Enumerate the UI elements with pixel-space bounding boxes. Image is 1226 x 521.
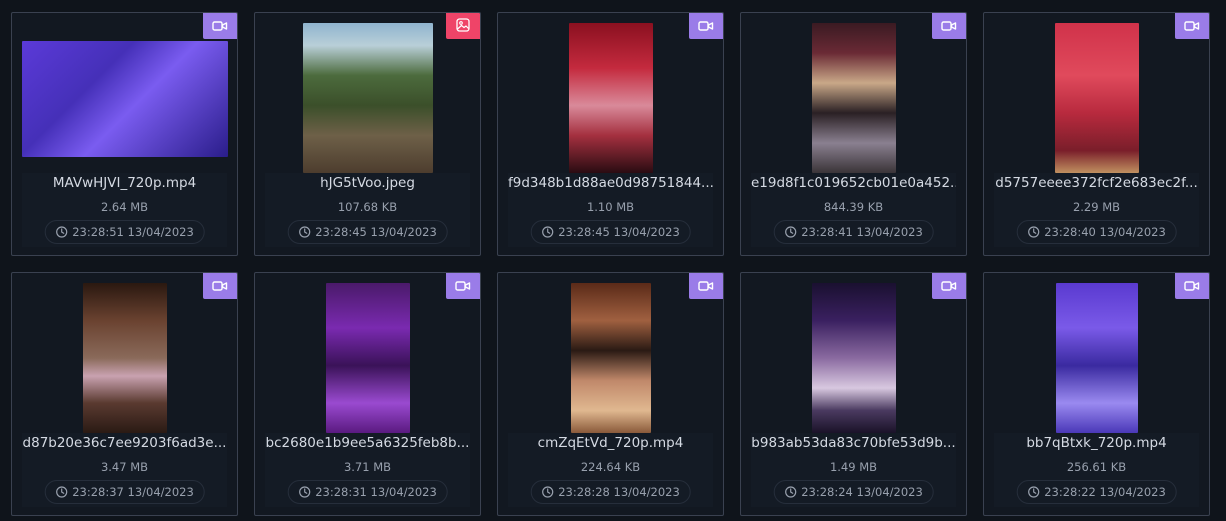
timestamp-text: 23:28:31 13/04/2023 [315, 485, 437, 499]
file-name: e19d8f1c019652cb01e0a452... [751, 175, 956, 191]
media-card[interactable]: d87b20e36c7ee9203f6ad3e... 3.47 MB 23:28… [11, 272, 238, 516]
file-name: cmZqEtVd_720p.mp4 [537, 435, 684, 451]
media-thumbnail[interactable] [811, 283, 896, 433]
file-name: bc2680e1b9ee5a6325feb8b... [265, 435, 470, 451]
timestamp-text: 23:28:37 13/04/2023 [72, 485, 194, 499]
media-card[interactable]: bb7qBtxk_720p.mp4 256.61 KB 23:28:22 13/… [983, 272, 1210, 516]
media-card[interactable]: b983ab53da83c70bfe53d9b... 1.49 MB 23:28… [740, 272, 967, 516]
clock-icon [55, 486, 67, 498]
media-thumbnail[interactable] [325, 283, 410, 433]
timestamp-text: 23:28:40 13/04/2023 [1044, 225, 1166, 239]
media-card[interactable]: bc2680e1b9ee5a6325feb8b... 3.71 MB 23:28… [254, 272, 481, 516]
media-card[interactable]: cmZqEtVd_720p.mp4 224.64 KB 23:28:28 13/… [497, 272, 724, 516]
clock-icon [784, 486, 796, 498]
file-name: d5757eeee372fcf2e683ec2f... [995, 175, 1198, 191]
media-grid: MAVwHJVI_720p.mp4 2.64 MB 23:28:51 13/04… [11, 12, 1210, 516]
file-size: 3.71 MB [343, 460, 392, 474]
timestamp: 23:28:45 13/04/2023 [287, 220, 448, 244]
file-size: 1.10 MB [586, 200, 635, 214]
clock-icon [298, 226, 310, 238]
media-thumbnail[interactable] [568, 23, 653, 173]
file-name: MAVwHJVI_720p.mp4 [52, 175, 197, 191]
media-card[interactable]: f9d348b1d88ae0d98751844... 1.10 MB 23:28… [497, 12, 724, 256]
media-thumbnail[interactable] [82, 283, 167, 433]
file-size: 844.39 KB [823, 200, 884, 214]
file-name: bb7qBtxk_720p.mp4 [1026, 435, 1167, 451]
clock-icon [298, 486, 310, 498]
timestamp: 23:28:45 13/04/2023 [530, 220, 691, 244]
timestamp: 23:28:28 13/04/2023 [530, 480, 691, 504]
media-thumbnail[interactable] [302, 23, 433, 173]
media-card[interactable]: hJG5tVoo.jpeg 107.68 KB 23:28:45 13/04/2… [254, 12, 481, 256]
media-thumbnail[interactable] [21, 41, 228, 157]
media-card[interactable]: e19d8f1c019652cb01e0a452... 844.39 KB 23… [740, 12, 967, 256]
timestamp: 23:28:24 13/04/2023 [773, 480, 934, 504]
timestamp-text: 23:28:28 13/04/2023 [558, 485, 680, 499]
clock-icon [1027, 486, 1039, 498]
timestamp: 23:28:40 13/04/2023 [1016, 220, 1177, 244]
file-size: 3.47 MB [100, 460, 149, 474]
clock-icon [541, 226, 553, 238]
clock-icon [1027, 226, 1039, 238]
file-size: 2.29 MB [1072, 200, 1121, 214]
media-card[interactable]: d5757eeee372fcf2e683ec2f... 2.29 MB 23:2… [983, 12, 1210, 256]
media-thumbnail[interactable] [1054, 23, 1139, 173]
media-thumbnail[interactable] [570, 283, 651, 433]
file-size: 2.64 MB [100, 200, 149, 214]
media-thumbnail[interactable] [1055, 283, 1138, 433]
timestamp: 23:28:41 13/04/2023 [773, 220, 934, 244]
timestamp: 23:28:37 13/04/2023 [44, 480, 205, 504]
timestamp-text: 23:28:45 13/04/2023 [315, 225, 437, 239]
file-size: 1.49 MB [829, 460, 878, 474]
file-name: hJG5tVoo.jpeg [320, 175, 415, 191]
timestamp: 23:28:22 13/04/2023 [1016, 480, 1177, 504]
timestamp: 23:28:51 13/04/2023 [44, 220, 205, 244]
timestamp-text: 23:28:24 13/04/2023 [801, 485, 923, 499]
file-size: 224.64 KB [580, 460, 641, 474]
clock-icon [784, 226, 796, 238]
clock-icon [55, 226, 67, 238]
timestamp: 23:28:31 13/04/2023 [287, 480, 448, 504]
media-thumbnail[interactable] [811, 23, 896, 173]
timestamp-text: 23:28:45 13/04/2023 [558, 225, 680, 239]
file-name: f9d348b1d88ae0d98751844... [508, 175, 713, 191]
file-size: 256.61 KB [1066, 460, 1127, 474]
timestamp-text: 23:28:51 13/04/2023 [72, 225, 194, 239]
media-card[interactable]: MAVwHJVI_720p.mp4 2.64 MB 23:28:51 13/04… [11, 12, 238, 256]
file-name: d87b20e36c7ee9203f6ad3e... [22, 435, 227, 451]
timestamp-text: 23:28:41 13/04/2023 [801, 225, 923, 239]
clock-icon [541, 486, 553, 498]
file-size: 107.68 KB [337, 200, 398, 214]
file-name: b983ab53da83c70bfe53d9b... [751, 435, 956, 451]
timestamp-text: 23:28:22 13/04/2023 [1044, 485, 1166, 499]
